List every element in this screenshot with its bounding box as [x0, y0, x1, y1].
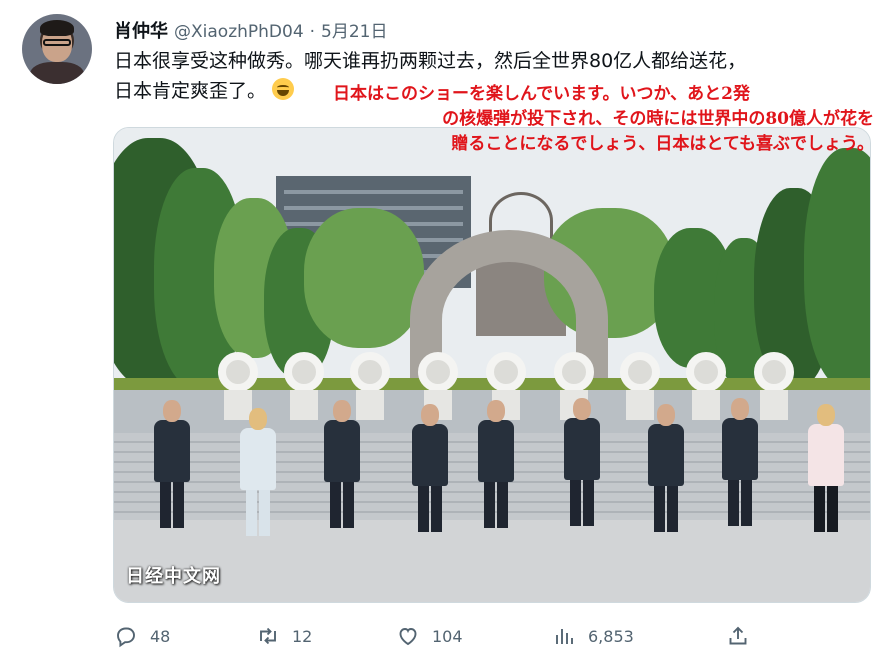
photo-tree: [304, 208, 424, 348]
share-button[interactable]: [726, 620, 750, 652]
tweet-header: 肖仲华 @XiaozhPhD04 · 5月21日: [114, 17, 388, 43]
tweet-photo[interactable]: 日经中文网: [113, 127, 871, 603]
tweet-date[interactable]: 5月21日: [321, 17, 387, 42]
tweet-text-line-1: 日本很享受这种做秀。哪天谁再扔两颗过去，然后全世界80亿人都给送花，: [114, 50, 747, 72]
photo-wreath: [620, 352, 660, 392]
translation-line-1: 日本はこのショーを楽しんでいます。いつか、あと2発: [333, 84, 750, 104]
reply-button[interactable]: 48: [114, 620, 170, 652]
view-count: 6,853: [588, 626, 634, 646]
tweet-actions: 48 12 104 6,853: [114, 620, 874, 652]
photo-wreath: [418, 352, 458, 392]
translation-line-2: の核爆弾が投下され、その時には世界中の80億人が花を: [442, 109, 874, 129]
face-with-tears-of-joy-icon: [272, 78, 295, 100]
views-chart-icon: [556, 629, 573, 644]
photo-wreath-stand: [356, 390, 384, 420]
author-name[interactable]: 肖仲华: [114, 17, 168, 43]
photo-wreath-stand: [692, 390, 720, 420]
retweet-count: 12: [292, 626, 313, 646]
like-count: 104: [432, 626, 463, 646]
photo-wreath: [284, 352, 324, 392]
avatar-hair: [40, 20, 74, 36]
avatar-glasses: [43, 39, 71, 46]
photo-wreath: [754, 352, 794, 392]
photo-wreath-stand: [760, 390, 788, 420]
photo-wreath: [686, 352, 726, 392]
author-handle[interactable]: @XiaozhPhD04: [174, 22, 304, 42]
like-button[interactable]: 104: [396, 620, 463, 652]
photo-wreath-stand: [290, 390, 318, 420]
retweet-icon: [260, 627, 276, 645]
reply-icon: [117, 627, 135, 648]
photo-wreath-stand: [626, 390, 654, 420]
photo-watermark: 日经中文网: [126, 566, 221, 587]
photo-tree: [804, 148, 870, 388]
avatar-body: [30, 62, 84, 84]
views-button[interactable]: 6,853: [552, 620, 634, 652]
photo-wreath-stand: [224, 390, 252, 420]
photo-wreath: [350, 352, 390, 392]
photo-wreath: [218, 352, 258, 392]
share-icon: [729, 626, 747, 645]
header-separator: ·: [309, 22, 316, 42]
author-avatar[interactable]: [22, 14, 92, 84]
retweet-button[interactable]: 12: [256, 620, 312, 652]
tweet-text-line-2: 日本肯定爽歪了。: [114, 80, 267, 102]
translation-line-3: 贈ることになるでしょう、日本はとても喜ぶでしょう。: [451, 134, 874, 154]
photo-wreath: [486, 352, 526, 392]
photo-plaza: [114, 520, 870, 602]
photo-wreath: [554, 352, 594, 392]
reply-count: 48: [150, 626, 171, 646]
japanese-translation-overlay: 日本はこのショーを楽しんでいます。いつか、あと2発 の核爆弾が投下され、その時に…: [333, 82, 878, 157]
heart-icon: [399, 628, 417, 646]
